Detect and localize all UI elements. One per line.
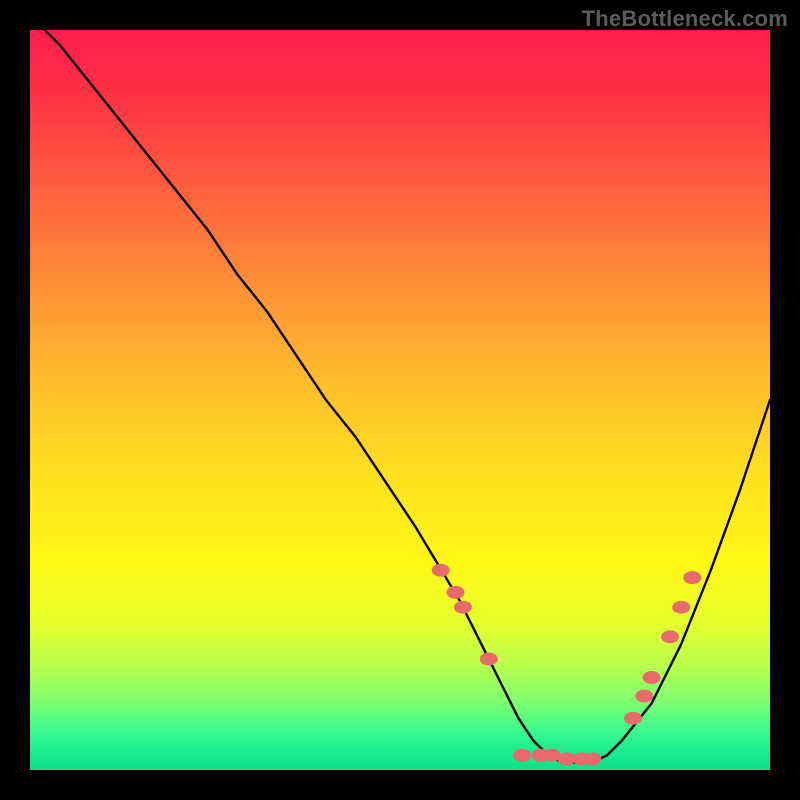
curve-dot [672,601,690,614]
watermark-text: TheBottleneck.com [582,6,788,32]
bottleneck-curve [30,30,770,763]
curve-dot [643,671,661,684]
curve-dot [661,630,679,643]
curve-dot [513,749,531,762]
curve-dot [447,586,465,599]
curve-dots-group [432,564,702,766]
curve-dot [583,752,601,765]
curve-dot [432,564,450,577]
curve-dot [635,690,653,703]
curve-dot [683,571,701,584]
curve-dot [624,712,642,725]
curve-dot [480,653,498,666]
plot-area [30,30,770,770]
chart-frame: TheBottleneck.com [0,0,800,800]
curve-dot [454,601,472,614]
curve-svg [30,30,770,770]
